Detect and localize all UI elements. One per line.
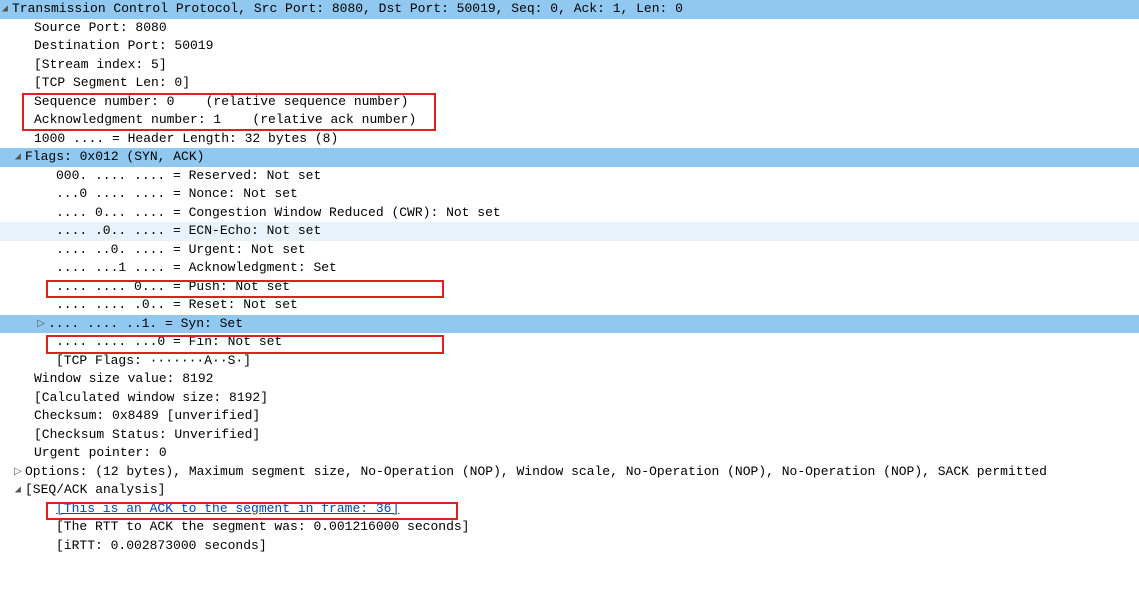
field-text: 1000 .... = Header Length: 32 bytes (8): [34, 130, 338, 149]
flags-header-row[interactable]: Flags: 0x012 (SYN, ACK): [0, 148, 1139, 167]
flag-nonce-row[interactable]: ...0 .... .... = Nonce: Not set: [0, 185, 1139, 204]
flag-reset-row[interactable]: .... .... .0.. = Reset: Not set: [0, 296, 1139, 315]
urgent-ptr-row[interactable]: Urgent pointer: 0: [0, 444, 1139, 463]
field-text: Destination Port: 50019: [34, 37, 213, 56]
flag-reserved-row[interactable]: 000. .... .... = Reserved: Not set: [0, 167, 1139, 186]
field-text: 000. .... .... = Reserved: Not set: [56, 167, 321, 186]
flag-ecn-row[interactable]: .... .0.. .... = ECN-Echo: Not set: [0, 222, 1139, 241]
flag-cwr-row[interactable]: .... 0... .... = Congestion Window Reduc…: [0, 204, 1139, 223]
packet-details-pane[interactable]: Transmission Control Protocol, Src Port:…: [0, 0, 1139, 555]
ack-num-row[interactable]: Acknowledgment number: 1 (relative ack n…: [0, 111, 1139, 130]
ack-frame-link[interactable]: [This is an ACK to the segment in frame:…: [56, 500, 399, 519]
flag-fin-row[interactable]: .... .... ...0 = Fin: Not set: [0, 333, 1139, 352]
src-port-row[interactable]: Source Port: 8080: [0, 19, 1139, 38]
expand-toggle-icon[interactable]: [0, 0, 10, 19]
flag-syn-row[interactable]: .... .... ..1. = Syn: Set: [0, 315, 1139, 334]
checksum-row[interactable]: Checksum: 0x8489 [unverified]: [0, 407, 1139, 426]
field-text: [Stream index: 5]: [34, 56, 167, 75]
field-text: Window size value: 8192: [34, 370, 213, 389]
field-text: .... ..0. .... = Urgent: Not set: [56, 241, 306, 260]
field-text: .... .... .0.. = Reset: Not set: [56, 296, 298, 315]
flag-ack-row[interactable]: .... ...1 .... = Acknowledgment: Set: [0, 259, 1139, 278]
field-text: .... ...1 .... = Acknowledgment: Set: [56, 259, 337, 278]
segment-len-row[interactable]: [TCP Segment Len: 0]: [0, 74, 1139, 93]
field-text: Sequence number: 0 (relative sequence nu…: [34, 93, 408, 112]
expand-toggle-icon[interactable]: [13, 148, 23, 167]
ack-to-frame-row[interactable]: [This is an ACK to the segment in frame:…: [0, 500, 1139, 519]
field-text: [Checksum Status: Unverified]: [34, 426, 260, 445]
expand-toggle-icon[interactable]: [13, 463, 23, 482]
field-text: Urgent pointer: 0: [34, 444, 167, 463]
field-text: [iRTT: 0.002873000 seconds]: [56, 537, 267, 556]
stream-index-row[interactable]: [Stream index: 5]: [0, 56, 1139, 75]
field-text: Options: (12 bytes), Maximum segment siz…: [25, 463, 1047, 482]
field-text: ...0 .... .... = Nonce: Not set: [56, 185, 298, 204]
window-size-row[interactable]: Window size value: 8192: [0, 370, 1139, 389]
field-text: [SEQ/ACK analysis]: [25, 481, 165, 500]
header-len-row[interactable]: 1000 .... = Header Length: 32 bytes (8): [0, 130, 1139, 149]
field-text: .... .... 0... = Push: Not set: [56, 278, 290, 297]
tcp-header-row[interactable]: Transmission Control Protocol, Src Port:…: [0, 0, 1139, 19]
field-text: [TCP Segment Len: 0]: [34, 74, 190, 93]
expand-toggle-icon[interactable]: [36, 315, 46, 334]
checksum-status-row[interactable]: [Checksum Status: Unverified]: [0, 426, 1139, 445]
field-text: .... 0... .... = Congestion Window Reduc…: [56, 204, 501, 223]
field-text: Source Port: 8080: [34, 19, 167, 38]
field-text: Checksum: 0x8489 [unverified]: [34, 407, 260, 426]
field-text: .... .... ..1. = Syn: Set: [48, 315, 243, 334]
field-text: [TCP Flags: ·······A··S·]: [56, 352, 251, 371]
field-text: [Calculated window size: 8192]: [34, 389, 268, 408]
tcp-header-text: Transmission Control Protocol, Src Port:…: [12, 0, 683, 19]
field-text: Acknowledgment number: 1 (relative ack n…: [34, 111, 416, 130]
flag-urgent-row[interactable]: .... ..0. .... = Urgent: Not set: [0, 241, 1139, 260]
flags-header-text: Flags: 0x012 (SYN, ACK): [25, 148, 204, 167]
field-text: [The RTT to ACK the segment was: 0.00121…: [56, 518, 469, 537]
dst-port-row[interactable]: Destination Port: 50019: [0, 37, 1139, 56]
irtt-row[interactable]: [iRTT: 0.002873000 seconds]: [0, 537, 1139, 556]
field-text: .... .... ...0 = Fin: Not set: [56, 333, 282, 352]
calc-window-row[interactable]: [Calculated window size: 8192]: [0, 389, 1139, 408]
tcp-flags-summary-row[interactable]: [TCP Flags: ·······A··S·]: [0, 352, 1139, 371]
expand-toggle-icon[interactable]: [13, 481, 23, 500]
flag-push-row[interactable]: .... .... 0... = Push: Not set: [0, 278, 1139, 297]
rtt-row[interactable]: [The RTT to ACK the segment was: 0.00121…: [0, 518, 1139, 537]
field-text: .... .0.. .... = ECN-Echo: Not set: [56, 222, 321, 241]
seqack-header-row[interactable]: [SEQ/ACK analysis]: [0, 481, 1139, 500]
options-row[interactable]: Options: (12 bytes), Maximum segment siz…: [0, 463, 1139, 482]
seq-num-row[interactable]: Sequence number: 0 (relative sequence nu…: [0, 93, 1139, 112]
